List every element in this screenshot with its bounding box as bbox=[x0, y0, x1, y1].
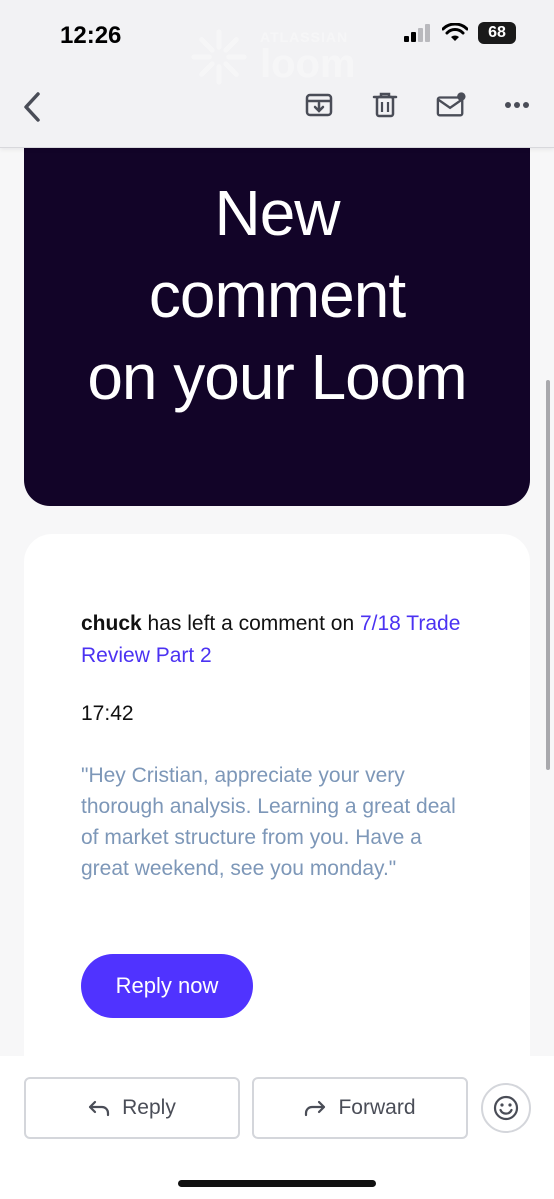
email-screen: New comment on your Loom 12:26 ATLASSIAN… bbox=[0, 0, 554, 1199]
mail-toolbar bbox=[304, 90, 532, 120]
comment-card: chuck has left a comment on 7/18 Trade R… bbox=[24, 534, 530, 1094]
smiley-icon bbox=[493, 1095, 519, 1121]
chevron-left-icon[interactable] bbox=[18, 90, 48, 124]
reply-label: Reply bbox=[122, 1096, 176, 1119]
delete-button[interactable] bbox=[370, 90, 400, 120]
hero-title-line-2: comment bbox=[148, 259, 406, 331]
mail-unread-icon bbox=[436, 92, 466, 117]
signal-icon bbox=[404, 24, 430, 42]
hero-title-line-1: New bbox=[214, 177, 340, 249]
reply-button[interactable]: Reply bbox=[24, 1077, 240, 1139]
reply-arrow-icon bbox=[89, 1100, 110, 1117]
bottom-action-bar: Reply Forward bbox=[0, 1056, 554, 1199]
loom-mark-icon bbox=[191, 29, 247, 85]
comment-quote: "Hey Cristian, appreciate your very thor… bbox=[81, 764, 456, 880]
loom-logo: ATLASSIAN loom bbox=[190, 28, 356, 86]
archive-button[interactable] bbox=[304, 90, 334, 120]
status-time: 12:26 bbox=[60, 22, 122, 49]
wifi-icon bbox=[442, 23, 468, 41]
comment-intro-text: has left a comment on bbox=[141, 612, 360, 635]
hero-title-line-3: on your Loom bbox=[87, 341, 467, 413]
trash-icon bbox=[372, 92, 398, 118]
forward-button[interactable]: Forward bbox=[252, 1077, 468, 1139]
reply-now-button[interactable]: Reply now bbox=[81, 954, 253, 1018]
home-indicator bbox=[178, 1180, 376, 1187]
comment-author: chuck bbox=[81, 612, 142, 635]
archive-icon bbox=[305, 93, 333, 117]
forward-arrow-icon bbox=[305, 1100, 326, 1117]
comment-intro: chuck has left a comment on 7/18 Trade R… bbox=[81, 608, 461, 672]
emoji-reaction-button[interactable] bbox=[481, 1083, 531, 1133]
more-icon bbox=[505, 102, 529, 108]
comment-timestamp: 17:42 bbox=[81, 702, 134, 725]
more-button[interactable] bbox=[502, 90, 532, 120]
forward-label: Forward bbox=[338, 1096, 416, 1119]
status-icons: 68 bbox=[404, 22, 516, 44]
scrollbar[interactable] bbox=[546, 380, 550, 770]
brand-text: loom bbox=[260, 42, 356, 86]
hero-title: New comment on your Loom bbox=[0, 172, 554, 418]
battery-indicator: 68 bbox=[478, 22, 516, 44]
mark-unread-button[interactable] bbox=[436, 90, 466, 120]
top-bar: 12:26 ATLASSIAN loom 68 bbox=[0, 0, 554, 148]
